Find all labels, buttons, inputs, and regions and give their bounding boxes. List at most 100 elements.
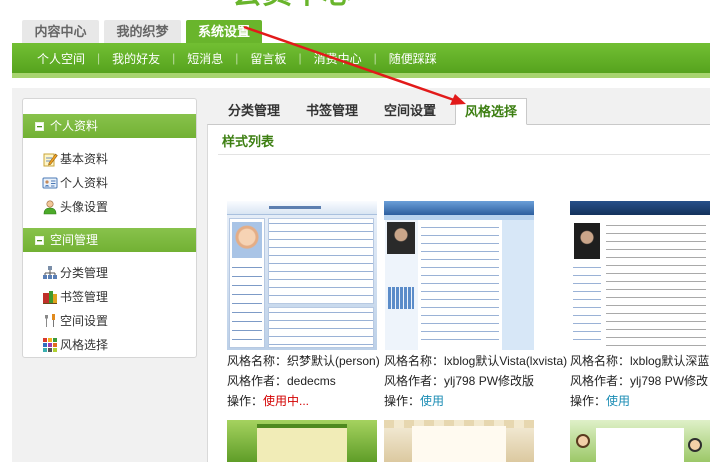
style-author: 风格作者：dedecms: [227, 374, 336, 388]
thumbnail-content: [596, 428, 684, 462]
user-avatar-icon: [43, 200, 57, 215]
style-action: 操作：使用: [570, 391, 710, 411]
thumbnail-figure: [688, 438, 702, 452]
tab-system-settings[interactable]: 系统设置: [186, 20, 262, 43]
sidebar-header-label: 空间管理: [50, 233, 99, 247]
sidebar-item-label: 空间设置: [60, 314, 109, 328]
sidebar-header-label: 个人资料: [50, 119, 99, 133]
thumbnail-photo: [387, 222, 415, 254]
tab-category-manage[interactable]: 分类管理: [212, 98, 296, 124]
style-thumbnail-cartoon: [570, 420, 710, 462]
style-author: 风格作者：ylj798 PW修改: [570, 374, 709, 388]
collapse-minus-icon[interactable]: [35, 122, 44, 131]
sidebar-item-label: 个人资料: [60, 176, 109, 190]
sidebar-header-profile[interactable]: 个人资料: [23, 114, 196, 138]
sidebar-group-space: 空间管理 分类管理 书签管理 空间设置 风格选择: [23, 228, 196, 357]
use-style-link[interactable]: 使用: [606, 394, 630, 408]
action-label: 操作：: [570, 394, 607, 408]
color-grid-icon: [43, 338, 57, 352]
nav-divider: |: [172, 51, 176, 65]
style-info-person: 风格名称：织梦默认(person) 风格作者：dedecms 操作：使用中...: [227, 351, 384, 411]
sidebar-item-label: 头像设置: [60, 200, 109, 214]
style-action: 操作：使用: [384, 391, 570, 411]
sidebar-item-label: 风格选择: [60, 338, 109, 352]
thumbnail-photo: [232, 222, 262, 258]
tab-content-center[interactable]: 内容中心: [22, 20, 99, 43]
nav-messages[interactable]: 短消息: [187, 50, 223, 67]
tools-icon: [45, 314, 55, 327]
style-thumbnail-lxvista: [384, 201, 534, 350]
tab-bookmark-manage[interactable]: 书签管理: [290, 98, 374, 124]
thumbnail-sidebar-lines: [232, 263, 262, 343]
thumbnail-header: [570, 201, 710, 215]
action-label: 操作：: [384, 394, 421, 408]
style-author: 风格作者：ylj798 PW修改版: [384, 374, 535, 388]
nav-guestbook[interactable]: 留言板: [250, 50, 286, 67]
thumbnail-content: [268, 307, 374, 348]
sidebar-item-bookmark-manage[interactable]: 书签管理: [23, 285, 196, 309]
category-tree-icon: [43, 266, 57, 279]
sidebar-group-profile: 个人资料 基本资料 个人资料 头像设置: [23, 114, 196, 219]
thumbnail-content: [421, 223, 499, 345]
sidebar-item-space-settings[interactable]: 空间设置: [23, 309, 196, 333]
nav-random-visit[interactable]: 随便踩踩: [389, 50, 437, 67]
thumbnail-content: [257, 428, 347, 462]
sidebar-item-basic-info[interactable]: 基本资料: [23, 147, 196, 171]
thumbnail-content: [412, 426, 506, 462]
style-name: 风格名称：lxblog默认深蓝: [570, 354, 710, 368]
style-list-panel: 样式列表 风格名称：织梦默认(person) 风格作者：dedecms 操作：使…: [207, 124, 710, 462]
collapse-minus-icon[interactable]: [35, 236, 44, 245]
main-nav-bar: 个人空间 | 我的好友 | 短消息 | 留言板 | 消费中心 | 随便踩踩: [12, 43, 710, 73]
style-thumbnail-green: [227, 420, 377, 462]
style-info-lxvista: 风格名称：lxblog默认Vista(lxvista) 风格作者：ylj798 …: [384, 351, 570, 411]
style-thumbnail-deep-blue: [570, 201, 710, 350]
tab-space-settings[interactable]: 空间设置: [368, 98, 452, 124]
nav-personal-space[interactable]: 个人空间: [37, 50, 85, 67]
style-name: 风格名称：织梦默认(person): [227, 354, 380, 368]
bookmark-books-icon: [43, 291, 57, 304]
sidebar-item-label: 分类管理: [60, 266, 109, 280]
tab-my-dedecms[interactable]: 我的织梦: [104, 20, 181, 43]
nav-divider: |: [235, 51, 239, 65]
member-center-page: 会员中心 内容中心 我的织梦 系统设置 个人空间 | 我的好友 | 短消息 | …: [0, 0, 710, 462]
sidebar-item-avatar-settings[interactable]: 头像设置: [23, 195, 196, 219]
sidebar-item-list: 基本资料 个人资料 头像设置: [23, 138, 196, 219]
use-style-link[interactable]: 使用: [420, 394, 444, 408]
sidebar: 个人资料 基本资料 个人资料 头像设置 空间管理 分类管理 书签管理 空间设置 …: [22, 98, 197, 358]
action-label: 操作：: [227, 394, 264, 408]
nav-consumption-center[interactable]: 消费中心: [314, 50, 362, 67]
tab-style-select[interactable]: 风格选择: [455, 98, 527, 125]
sidebar-item-list: 分类管理 书签管理 空间设置 风格选择: [23, 252, 196, 357]
style-thumbnail-person: [227, 201, 377, 350]
style-info-deep-blue: 风格名称：lxblog默认深蓝 风格作者：ylj798 PW修改 操作：使用: [570, 351, 710, 411]
thumbnail-sidebar-lines: [573, 263, 601, 347]
panel-divider: [218, 154, 710, 155]
thumbnail-header-text: [269, 206, 321, 209]
thumbnail-calendar: [388, 287, 414, 309]
nav-bar-bottom-strip: [12, 73, 710, 78]
thumbnail-photo: [574, 223, 600, 259]
style-name: 风格名称：lxblog默认Vista(lxvista): [384, 354, 568, 368]
nav-my-friends[interactable]: 我的好友: [112, 50, 160, 67]
sidebar-item-label: 基本资料: [60, 152, 109, 166]
nav-divider: |: [97, 51, 101, 65]
thumbnail-content: [268, 218, 374, 304]
edit-note-icon: [43, 153, 58, 167]
style-thumbnail-beige: [384, 420, 534, 462]
thumbnail-right-column: [502, 220, 534, 350]
sidebar-item-label: 书签管理: [60, 290, 109, 304]
nav-divider: |: [373, 51, 377, 65]
thumbnail-figure: [576, 434, 590, 448]
sidebar-item-personal-info[interactable]: 个人资料: [23, 171, 196, 195]
sidebar-item-category-manage[interactable]: 分类管理: [23, 261, 196, 285]
thumbnail-content: [606, 221, 706, 347]
sidebar-header-space[interactable]: 空间管理: [23, 228, 196, 252]
site-title: 会员中心: [232, 0, 352, 9]
style-action: 操作：使用中...: [227, 391, 384, 411]
id-card-icon: [42, 177, 58, 189]
panel-title: 样式列表: [222, 134, 275, 149]
sidebar-item-style-select[interactable]: 风格选择: [23, 333, 196, 357]
current-style-status: 使用中...: [263, 394, 310, 408]
thumbnail-header: [384, 201, 534, 215]
nav-divider: |: [298, 51, 302, 65]
